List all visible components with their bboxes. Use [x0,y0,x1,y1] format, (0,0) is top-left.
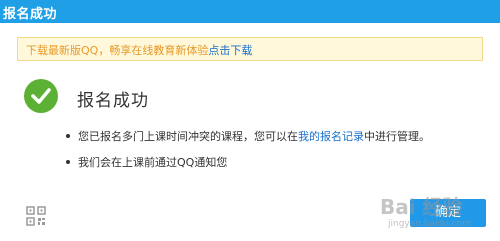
my-registrations-link[interactable]: 我的报名记录 [298,130,364,143]
bullet [66,160,70,164]
qr-code-icon[interactable] [26,206,46,226]
message-line-2-text: 我们会在上课前通过QQ通知您 [78,156,228,169]
confirm-button[interactable]: 确定 [410,199,486,227]
success-headline: 报名成功 [77,91,149,111]
title-bar[interactable]: 报名成功 [0,0,500,23]
bullet [66,134,70,138]
notice-text-wrap: 下载最新版QQ，畅享在线教育新体验点击下载 [26,42,252,58]
download-notice: 下载最新版QQ，畅享在线教育新体验点击下载 [17,37,483,61]
window-title: 报名成功 [3,7,58,22]
notice-text: 下载最新版QQ，畅享在线教育新体验 [26,44,209,57]
message-line-1: 您已报名多门上课时间冲突的课程，您可以在我的报名记录中进行管理。 [66,128,430,144]
check-circle-icon [24,79,58,113]
message-line-2: 我们会在上课前通过QQ通知您 [66,154,227,170]
message-line-1-before: 您已报名多门上课时间冲突的课程，您可以在 [78,130,298,143]
message-line-1-after: 中进行管理。 [364,130,430,143]
download-link[interactable]: 点击下载 [208,44,252,57]
